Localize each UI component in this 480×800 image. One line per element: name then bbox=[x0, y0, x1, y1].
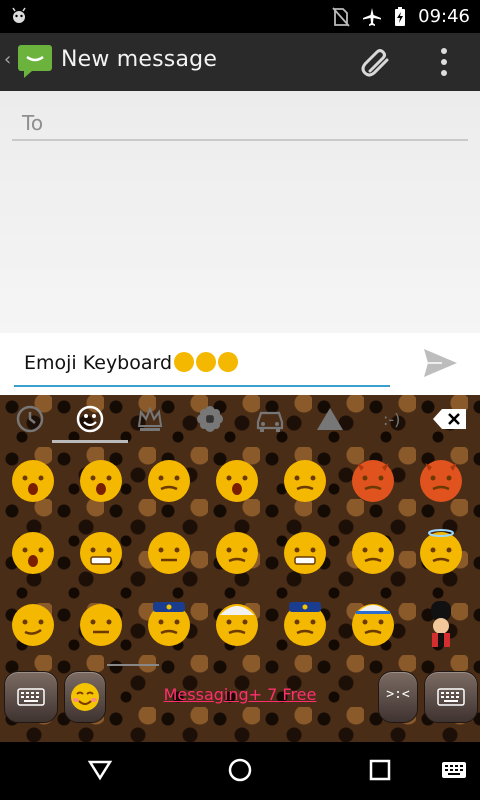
turban-man-emoji[interactable] bbox=[212, 599, 262, 649]
back-triangle-icon[interactable] bbox=[86, 756, 114, 784]
message-body-area: To bbox=[0, 91, 480, 333]
airplane-icon bbox=[362, 7, 382, 27]
emoticon-category-icon[interactable]: :-) bbox=[370, 399, 410, 439]
angry-emoji-inline bbox=[196, 352, 217, 372]
message-text: Emoji Keyboard bbox=[24, 352, 173, 374]
svg-text::-): :-) bbox=[383, 410, 400, 429]
cold-sweat-face-emoji[interactable] bbox=[280, 455, 330, 505]
overflow-menu-icon[interactable] bbox=[440, 47, 448, 77]
emoji-keyboard: :-) Messaging+ 7 Free >:< bbox=[0, 395, 480, 742]
car-category-icon[interactable] bbox=[250, 399, 290, 439]
navigation-bar bbox=[0, 742, 480, 800]
guardsman-emoji[interactable] bbox=[416, 599, 466, 649]
app-bar: ‹ New message bbox=[0, 33, 480, 92]
compose-bar: Emoji Keyboard bbox=[0, 333, 480, 395]
status-time: 09:46 bbox=[418, 6, 470, 27]
angel-face-emoji[interactable] bbox=[416, 527, 466, 577]
android-debug-icon bbox=[10, 6, 28, 26]
message-input[interactable]: Emoji Keyboard bbox=[14, 345, 390, 387]
dizzy-face-emoji[interactable] bbox=[8, 455, 58, 505]
expressionless-face-emoji[interactable] bbox=[76, 599, 126, 649]
goblin-face-emoji[interactable] bbox=[416, 455, 466, 505]
keyboard-switch-button[interactable] bbox=[4, 671, 58, 723]
page-title: New message bbox=[61, 47, 218, 72]
fearful-emoji-inline bbox=[174, 352, 195, 372]
emoticon-key[interactable]: >:< bbox=[378, 671, 418, 723]
cop-emoji[interactable] bbox=[280, 599, 330, 649]
home-circle-icon[interactable] bbox=[226, 756, 254, 784]
confused-face-emoji[interactable] bbox=[212, 527, 262, 577]
to-field[interactable]: To bbox=[12, 105, 468, 141]
messaging-app-icon[interactable] bbox=[16, 42, 54, 80]
promo-link[interactable]: Messaging+ 7 Free bbox=[150, 685, 330, 704]
status-bar: 09:46 bbox=[0, 0, 480, 33]
grimacing-face-emoji[interactable] bbox=[76, 527, 126, 577]
recent-clock-icon[interactable] bbox=[10, 399, 50, 439]
smirk-face-emoji[interactable] bbox=[8, 599, 58, 649]
construction-worker-emoji[interactable] bbox=[348, 599, 398, 649]
neutral-face-emoji[interactable] bbox=[144, 527, 194, 577]
active-tab-indicator bbox=[52, 440, 128, 443]
devil-face-emoji[interactable] bbox=[348, 455, 398, 505]
screaming-emoji-inline bbox=[218, 352, 239, 372]
category-tabs: :-) bbox=[0, 395, 480, 443]
backspace-icon[interactable] bbox=[430, 399, 470, 439]
emoticon-key-label: >:< bbox=[386, 687, 410, 702]
blank-face-emoji[interactable] bbox=[348, 527, 398, 577]
frowning-face-emoji[interactable] bbox=[144, 455, 194, 505]
confounded-face-emoji[interactable] bbox=[280, 527, 330, 577]
emoji-face-button[interactable] bbox=[64, 671, 106, 723]
weary-face-emoji[interactable] bbox=[212, 455, 262, 505]
anguished-face-emoji[interactable] bbox=[76, 455, 126, 505]
to-placeholder: To bbox=[22, 111, 44, 135]
recents-square-icon[interactable] bbox=[366, 756, 394, 784]
emoji-grid bbox=[0, 447, 480, 657]
attach-icon[interactable] bbox=[358, 45, 394, 81]
page-indicator bbox=[107, 664, 159, 666]
astonished-face-emoji[interactable] bbox=[8, 527, 58, 577]
no-sim-icon bbox=[332, 6, 350, 27]
keyboard-icon[interactable] bbox=[424, 671, 478, 723]
crown-category-icon[interactable] bbox=[130, 399, 170, 439]
back-chevron-icon[interactable]: ‹ bbox=[4, 49, 11, 70]
keyboard-bottom-row: Messaging+ 7 Free >:< bbox=[0, 671, 480, 727]
smiley-category-icon[interactable] bbox=[52, 399, 128, 443]
ime-switcher-keyboard-icon[interactable] bbox=[440, 756, 468, 784]
battery-icon bbox=[394, 6, 406, 27]
flower-category-icon[interactable] bbox=[190, 399, 230, 439]
triangle-category-icon[interactable] bbox=[310, 399, 350, 439]
send-icon[interactable] bbox=[420, 343, 460, 383]
police-officer-emoji[interactable] bbox=[144, 599, 194, 649]
